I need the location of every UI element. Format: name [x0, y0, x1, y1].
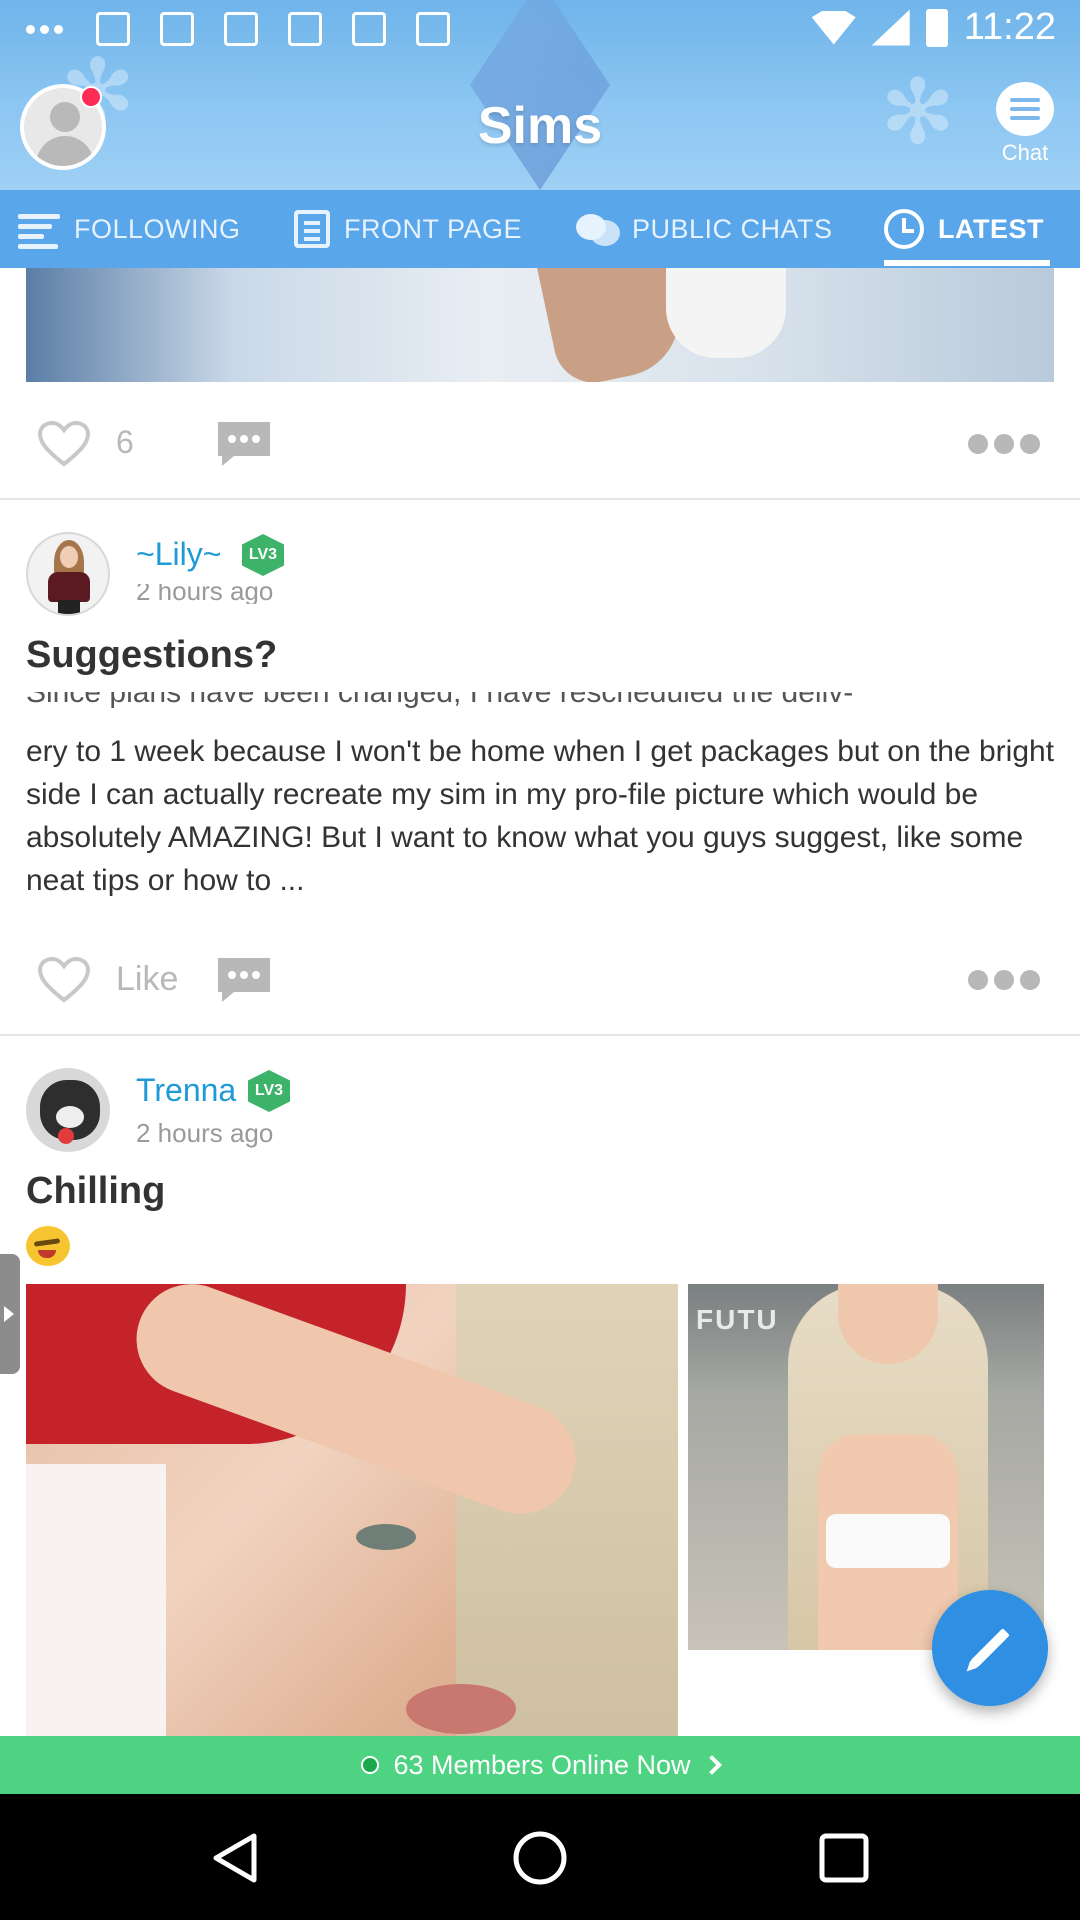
- list-icon: [18, 210, 60, 249]
- recent-apps-icon[interactable]: [814, 1828, 874, 1888]
- document-icon: [294, 210, 330, 248]
- online-members-text: 63 Members Online Now: [393, 1749, 691, 1780]
- author-avatar[interactable]: [26, 1068, 110, 1152]
- notification-dot-icon: [80, 86, 102, 108]
- more-options-icon[interactable]: [968, 434, 1040, 454]
- online-dot-icon: [361, 1756, 380, 1774]
- more-notifications-icon: [26, 12, 66, 46]
- tab-public-chats[interactable]: PUBLIC CHATS: [576, 190, 833, 268]
- post-timestamp: 2 hours ago: [136, 584, 274, 604]
- chevron-right-icon: [701, 1755, 722, 1775]
- status-time: 11:22: [963, 6, 1056, 48]
- notification-icon: [96, 12, 130, 46]
- like-count: 6: [116, 424, 134, 460]
- post-timestamp: 2 hours ago: [136, 1118, 274, 1148]
- tab-label: FOLLOWING: [74, 213, 241, 244]
- home-icon[interactable]: [510, 1828, 570, 1888]
- status-bar: 11:22: [0, 0, 1080, 64]
- feed[interactable]: 6 ~Lily~ LV3 2 hours ago Suggestions? Si…: [0, 268, 1080, 1736]
- tab-bar: FOLLOWING FRONT PAGE PUBLIC CHATS LATEST: [0, 190, 1080, 268]
- pencil-icon: [970, 1628, 1010, 1668]
- snowflake-decoration: ✻: [880, 63, 956, 163]
- tab-label: FRONT PAGE: [344, 213, 523, 244]
- author-avatar[interactable]: [26, 532, 110, 616]
- tab-latest[interactable]: LATEST: [884, 190, 1050, 268]
- chat-label: Chat: [1001, 140, 1049, 165]
- notification-icon: [224, 12, 258, 46]
- comment-icon[interactable]: [214, 954, 274, 1006]
- signal-icon: [871, 9, 910, 46]
- side-drawer-handle[interactable]: [0, 1254, 20, 1374]
- post-image[interactable]: [26, 268, 1054, 382]
- community-title: Sims: [477, 97, 603, 155]
- system-nav-bar: [0, 1794, 1080, 1920]
- tab-front-page[interactable]: FRONT PAGE: [294, 190, 522, 268]
- level-badge: LV3: [248, 1070, 290, 1112]
- author-name[interactable]: ~Lily~: [136, 536, 221, 573]
- online-members-banner[interactable]: 63 Members Online Now: [0, 1736, 1080, 1794]
- notification-icon: [352, 12, 386, 46]
- post-title[interactable]: Chilling: [26, 1170, 165, 1213]
- post-photo[interactable]: [26, 1284, 678, 1736]
- more-options-icon[interactable]: [968, 970, 1040, 990]
- app-header: ✻ ✻ 11:22 Sims Chat: [0, 0, 1080, 190]
- notification-icon: [288, 12, 322, 46]
- post-actions: Like: [0, 934, 1080, 1024]
- notification-icon: [416, 12, 450, 46]
- back-icon[interactable]: [206, 1828, 266, 1888]
- wifi-icon: [811, 10, 856, 45]
- post-body[interactable]: ery to 1 week because I won't be home wh…: [26, 730, 1056, 902]
- post-title[interactable]: Suggestions?: [26, 634, 277, 677]
- heart-icon[interactable]: [36, 956, 92, 1004]
- post-divider: [0, 498, 1080, 500]
- smirk-emoji-icon: [26, 1226, 70, 1266]
- photo-sign-text: FUTU: [696, 1304, 779, 1335]
- clock-icon: [884, 209, 924, 249]
- level-badge: LV3: [242, 534, 284, 576]
- comment-icon[interactable]: [214, 418, 274, 470]
- post-divider: [0, 1034, 1080, 1036]
- chat-bubbles-icon: [576, 210, 620, 248]
- chat-icon: [996, 82, 1054, 136]
- tab-label: PUBLIC CHATS: [632, 213, 833, 244]
- chat-button[interactable]: Chat: [990, 82, 1060, 166]
- tab-following[interactable]: FOLLOWING: [18, 190, 241, 268]
- compose-button[interactable]: [932, 1590, 1048, 1706]
- post-body-cut: Since plans have been changed, I have re…: [26, 692, 854, 709]
- tab-label: LATEST: [938, 213, 1044, 244]
- heart-icon[interactable]: [36, 420, 92, 468]
- post-actions: 6: [0, 398, 1080, 488]
- author-name[interactable]: Trenna: [136, 1072, 236, 1109]
- like-label[interactable]: Like: [116, 960, 178, 999]
- battery-icon: [925, 8, 948, 47]
- notification-icon: [160, 12, 194, 46]
